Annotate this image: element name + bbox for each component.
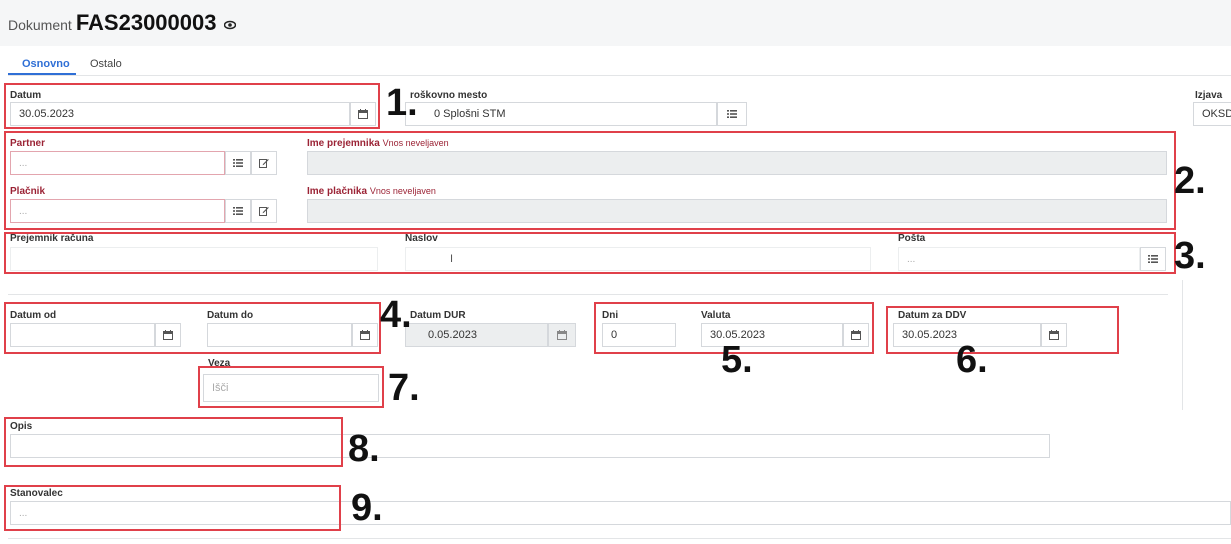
datum-dur-label: Datum DUR [410, 310, 466, 321]
list-icon [727, 110, 737, 118]
izjava-value: OKSD [1202, 108, 1231, 120]
highlight-box-1 [4, 83, 380, 129]
annotation-number-2: 2. [1174, 160, 1206, 202]
annotation-number-4: 4. [380, 294, 412, 336]
calendar-icon [557, 330, 567, 340]
datum-dur-calendar-button[interactable] [548, 323, 576, 347]
datum-dur-input[interactable]: 0.05.2023 [405, 323, 548, 347]
tab-osnovno[interactable]: Osnovno [22, 58, 70, 70]
highlight-box-4 [4, 302, 381, 354]
tab-divider [8, 75, 1231, 76]
highlight-box-8 [4, 417, 343, 467]
document-label: Dokument [8, 17, 72, 33]
highlight-box-3 [4, 232, 1176, 274]
izjava-input[interactable]: OKSD [1193, 102, 1231, 126]
tab-ostalo[interactable]: Ostalo [90, 58, 122, 70]
highlight-box-6 [886, 306, 1119, 354]
datum-dur-value: 0.05.2023 [428, 329, 477, 341]
highlight-box-9 [4, 485, 341, 531]
stroskovno-mesto-label: roškovno mesto [410, 90, 488, 101]
eye-icon[interactable] [224, 20, 237, 30]
tab-ostalo-label: Ostalo [90, 58, 122, 70]
highlight-box-7 [198, 366, 384, 408]
annotation-number-3: 3. [1174, 235, 1206, 277]
izjava-label: Izjava [1195, 90, 1223, 101]
vertical-divider [1182, 280, 1183, 410]
annotation-number-9: 9. [351, 487, 383, 529]
bottom-divider [8, 538, 1231, 539]
annotation-number-5: 5. [721, 339, 753, 381]
document-number: FAS23000003 [75, 10, 217, 35]
tab-osnovno-label: Osnovno [22, 58, 70, 70]
annotation-number-1: 1. [386, 82, 418, 124]
highlight-box-2 [4, 131, 1176, 230]
annotation-number-7: 7. [388, 367, 420, 409]
stroskovno-mesto-value: 0 Splošni STM [434, 108, 506, 120]
stroskovno-mesto-input[interactable]: 0 Splošni STM [405, 102, 717, 126]
annotation-number-8: 8. [348, 428, 380, 470]
stroskovno-mesto-list-button[interactable] [717, 102, 747, 126]
section-divider [8, 294, 1168, 295]
annotation-number-6: 6. [956, 339, 988, 381]
document-header: Dokument FAS23000003 [8, 10, 237, 36]
